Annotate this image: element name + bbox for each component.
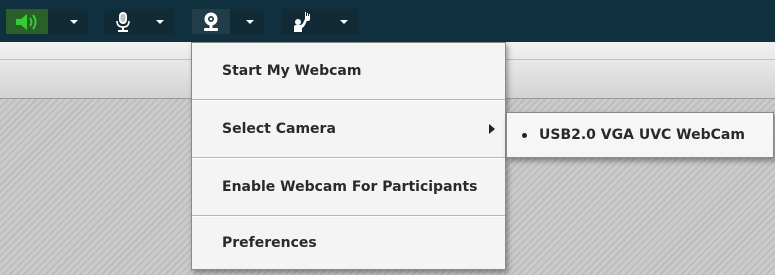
speaker-button[interactable]: [6, 9, 48, 34]
menu-item-enable-webcam-participants[interactable]: Enable Webcam For Participants: [192, 159, 505, 215]
webcam-button-group: [192, 9, 264, 34]
raise-hand-button[interactable]: [282, 9, 320, 34]
menu-item-select-camera[interactable]: Select Camera: [192, 101, 505, 157]
top-toolbar: [0, 0, 775, 42]
menu-item-label: Enable Webcam For Participants: [222, 179, 478, 195]
chevron-down-icon: [156, 19, 164, 24]
menu-item-start-webcam[interactable]: Start My Webcam: [192, 43, 505, 99]
webcam-button[interactable]: [192, 9, 230, 34]
microphone-button[interactable]: [104, 9, 142, 34]
menu-item-preferences[interactable]: Preferences: [192, 215, 505, 271]
menu-item-label: Select Camera: [222, 121, 336, 137]
menu-item-label: Start My Webcam: [222, 63, 362, 79]
chevron-right-icon: [489, 124, 495, 134]
speaker-icon: [16, 13, 37, 30]
app-window: Start My Webcam Select Camera Enable Web…: [0, 0, 775, 275]
speaker-button-group: [6, 9, 88, 34]
webcam-menu-button[interactable]: [236, 9, 264, 34]
camera-submenu: USB2.0 VGA UVC WebCam: [506, 112, 774, 158]
chevron-down-icon: [70, 19, 78, 24]
camera-option-label: USB2.0 VGA UVC WebCam: [539, 127, 745, 143]
microphone-icon: [116, 11, 130, 32]
chevron-down-icon: [246, 19, 254, 24]
speaker-menu-button[interactable]: [60, 9, 88, 34]
selected-bullet-icon: [522, 133, 527, 138]
microphone-button-group: [104, 9, 174, 34]
webcam-icon: [204, 12, 218, 31]
raise-hand-icon: [294, 11, 310, 32]
raise-hand-menu-button[interactable]: [330, 9, 358, 34]
camera-option-usb-webcam[interactable]: USB2.0 VGA UVC WebCam: [507, 113, 773, 157]
webcam-dropdown-menu: Start My Webcam Select Camera Enable Web…: [191, 42, 506, 270]
raise-hand-button-group: [282, 9, 358, 34]
microphone-menu-button[interactable]: [146, 9, 174, 34]
menu-item-label: Preferences: [222, 235, 317, 251]
chevron-down-icon: [340, 19, 348, 24]
